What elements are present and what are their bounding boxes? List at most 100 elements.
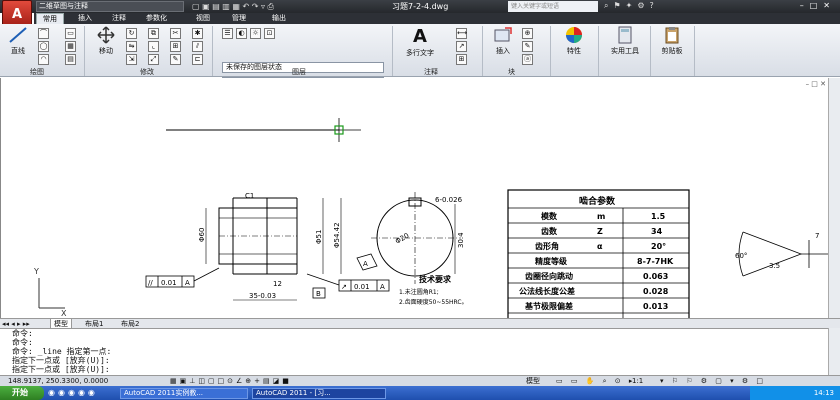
cmd-line-4: 指定下一点或 [放弃(U)]: — [12, 356, 110, 365]
infocenter-icons[interactable]: ⌕⚑✦⚙? — [604, 1, 659, 11]
flat-ref: A — [185, 279, 190, 287]
panel-modify[interactable]: 修改 — [140, 67, 154, 77]
offset-icon[interactable]: ⫽ — [192, 41, 203, 52]
viewport-controls[interactable]: – □ ✕ — [806, 80, 826, 88]
param-2: 齿形角 — [535, 241, 559, 251]
tab-parametric[interactable]: 参数化 — [140, 13, 173, 24]
trim-icon[interactable]: ✂ — [170, 28, 181, 39]
rectangle-icon[interactable]: ▭ — [65, 28, 76, 39]
panel-draw[interactable]: 绘图 — [30, 67, 44, 77]
val-2: 20° — [651, 242, 666, 251]
utilities-button[interactable]: 实用工具 — [604, 26, 646, 56]
layer-lock-icon[interactable]: ⊡ — [264, 28, 275, 39]
leader-icon[interactable]: ↗ — [456, 41, 467, 52]
clipboard-button[interactable]: 剪贴板 — [654, 26, 690, 56]
panel-annotation[interactable]: 注释 — [424, 67, 438, 77]
properties-label: 特性 — [567, 47, 581, 55]
param-0: 模数 — [541, 211, 558, 221]
param-1: 齿数 — [541, 226, 558, 236]
gradient-icon[interactable]: ▤ — [65, 54, 76, 65]
search-input[interactable]: 键入关键字或短语 — [508, 1, 598, 12]
runout-val: 0.01 — [354, 283, 370, 291]
tech-title: 技术要求 — [419, 274, 452, 284]
tab-annotate[interactable]: 注释 — [106, 13, 132, 24]
status-bar: 148.9137, 250.3300, 0.0000 ▦▣⊥◫▢□⊙∠⊕+▤◪■… — [0, 375, 840, 386]
move-label: 移动 — [99, 47, 113, 55]
mirror-icon[interactable]: ⇋ — [126, 41, 137, 52]
edit-block-icon[interactable]: ✎ — [522, 41, 533, 52]
insert-block-icon — [494, 27, 512, 42]
rotate-icon[interactable]: ↻ — [126, 28, 137, 39]
insert-block-button[interactable]: 插入 — [488, 26, 518, 56]
window-controls[interactable]: –□✕ — [800, 1, 836, 10]
workspace-selector[interactable]: 二维草图与注释 — [36, 1, 184, 12]
task-tutorial[interactable]: AutoCAD 2011实例教... — [120, 388, 248, 399]
fillet-icon[interactable]: ⌞ — [148, 41, 159, 52]
tab-manage[interactable]: 管理 — [226, 13, 252, 24]
param-5: 公法线长度公差 — [519, 286, 575, 296]
drawing-canvas[interactable]: Y X C1 Φ60 Φ51 Φ54.42 35-0.03 12 // 0.01… — [0, 78, 829, 318]
vertical-scrollbar[interactable] — [828, 78, 840, 318]
task-autocad[interactable]: AutoCAD 2011 - [习... — [252, 388, 386, 399]
panel-block[interactable]: 块 — [508, 67, 515, 77]
start-button[interactable]: 开始 — [0, 386, 44, 400]
table-icon[interactable]: ⊞ — [456, 54, 467, 65]
create-block-icon[interactable]: ⊕ — [522, 28, 533, 39]
svg-text:Y: Y — [33, 267, 39, 276]
quick-launch[interactable]: ◉◉◉◉◉ — [48, 388, 98, 397]
tab-output[interactable]: 输出 — [266, 13, 292, 24]
layer-on-icon[interactable]: ◐ — [236, 28, 247, 39]
val-6: 0.013 — [643, 302, 668, 311]
command-scrollbar[interactable] — [828, 328, 840, 375]
layer-freeze-icon[interactable]: ☼ — [250, 28, 261, 39]
explode-icon[interactable]: ✱ — [192, 28, 203, 39]
line-button[interactable]: 直线 — [6, 26, 30, 56]
sym-1: Z — [597, 227, 603, 236]
tab-insert[interactable]: 插入 — [72, 13, 98, 24]
label-c1: C1 — [245, 192, 254, 200]
attribute-icon[interactable]: ⓐ — [522, 54, 533, 65]
label-35b: 3.5 — [769, 262, 780, 270]
circle-icon[interactable]: ◯ — [38, 41, 49, 52]
flat-val: 0.01 — [161, 279, 177, 287]
command-line[interactable]: 命令: 命令: 命令: _line 指定第一点: 指定下一点或 [放弃(U)]:… — [0, 328, 828, 375]
val-5: 0.028 — [643, 287, 669, 296]
layer-properties-icon[interactable]: ☰ — [222, 28, 233, 39]
label-key: 6-0.026 — [435, 196, 463, 204]
join-icon[interactable]: ⊏ — [192, 54, 203, 65]
label-len12: 12 — [273, 280, 282, 288]
val-3: 8-7-7HK — [637, 257, 674, 266]
tab-view[interactable]: 视图 — [190, 13, 216, 24]
system-tray: 14:13 — [750, 386, 840, 400]
copy-icon[interactable]: ⧉ — [148, 28, 159, 39]
tab-home[interactable]: 常用 — [36, 13, 64, 24]
table-title: 啮合参数 — [579, 195, 616, 207]
polyline-icon[interactable]: ⌒ — [38, 28, 49, 39]
tech-item-2: 2.齿面硬度50~55HRC。 — [399, 298, 468, 306]
quick-access-toolbar[interactable]: ▢ ▣ ▤ ▥ ▦ ↶ ↷ ▿ ⎙ — [192, 2, 274, 12]
multiline-text-label: 多行文字 — [406, 49, 434, 57]
line-label: 直线 — [11, 47, 25, 55]
label-angle: 60° — [735, 252, 747, 260]
arc-icon[interactable]: ◠ — [38, 54, 49, 65]
gear-front-view — [218, 197, 298, 275]
dimension-icon[interactable]: ⟷ — [456, 28, 467, 39]
parameter-table — [507, 189, 690, 318]
hatch-icon[interactable]: ▦ — [65, 41, 76, 52]
ucs-icon — [38, 278, 65, 309]
move-button[interactable]: 移动 — [92, 26, 120, 56]
erase-icon[interactable]: ✎ — [170, 54, 181, 65]
multiline-text-button[interactable]: A 多行文字 — [400, 26, 440, 58]
runout-ref: A — [380, 283, 385, 291]
scale-icon[interactable]: ⤢ — [148, 54, 159, 65]
sym-0: m — [597, 212, 605, 221]
panel-layers[interactable]: 图层 — [292, 67, 306, 77]
array-icon[interactable]: ⊞ — [170, 41, 181, 52]
flatness-frame — [145, 267, 220, 288]
properties-button[interactable]: 特性 — [556, 26, 592, 56]
stretch-icon[interactable]: ⇲ — [126, 54, 137, 65]
calculator-icon — [618, 26, 632, 44]
sym-2: α — [597, 242, 603, 251]
cmd-line-1: 命令: — [12, 329, 33, 338]
document-title: 习题7-2-4.dwg — [392, 2, 449, 11]
